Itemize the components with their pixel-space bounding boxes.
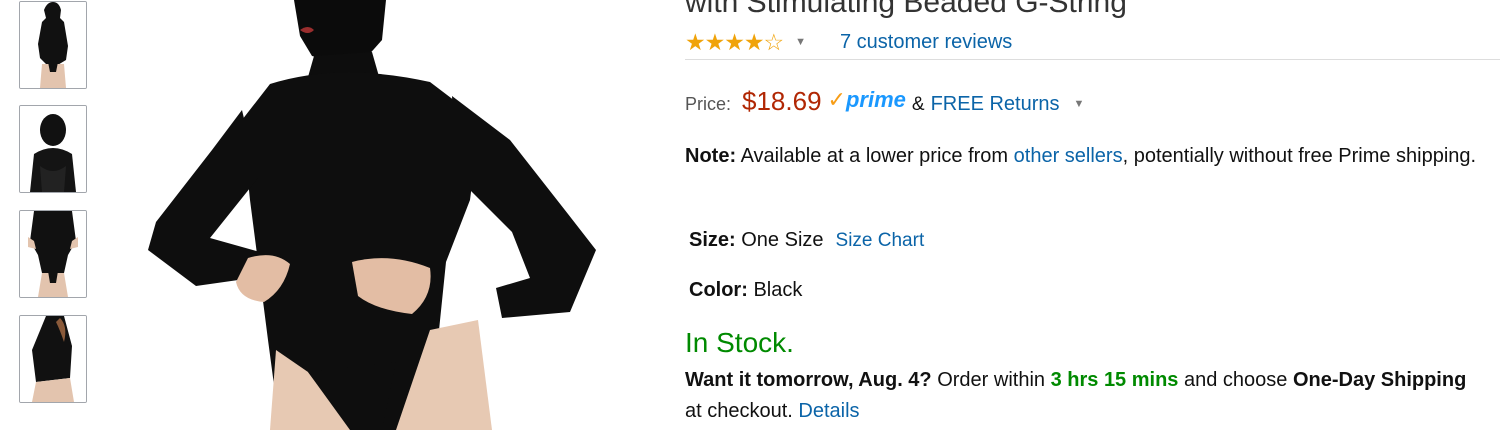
note-text-2: , potentially without free Prime shippin… (1122, 145, 1477, 167)
price-row: Price: $18.69 ✓prime & FREE Returns ▼ (685, 86, 1084, 120)
chevron-down-icon[interactable]: ▼ (1074, 98, 1085, 110)
want-it-label: Want it tomorrow, Aug. 4? (685, 369, 932, 391)
customer-reviews-link[interactable]: 7 customer reviews (840, 31, 1012, 54)
size-chart-link[interactable]: Size Chart (836, 230, 925, 251)
price-note: Note: Available at a lower price from ot… (685, 141, 1500, 172)
prime-logo-icon: ✓prime (828, 87, 906, 113)
thumbnail-3[interactable] (19, 210, 87, 298)
note-label: Note: (685, 145, 737, 167)
price-value: $18.69 (742, 86, 822, 116)
and-choose-text: and choose (1178, 369, 1293, 391)
thumbnail-4[interactable] (19, 315, 87, 403)
color-row: Color: Black (689, 279, 802, 302)
price-label: Price: (685, 94, 732, 114)
stock-status: In Stock. (685, 327, 794, 358)
color-value: Black (747, 279, 803, 301)
product-title: with Stimulating Beaded G-String (685, 0, 1127, 19)
divider (685, 59, 1500, 60)
one-day-shipping-label: One-Day Shipping (1292, 369, 1467, 391)
other-sellers-link[interactable]: other sellers (1014, 145, 1123, 167)
star-rating-icon[interactable]: ★★★★☆ (685, 30, 784, 54)
main-product-image[interactable] (100, 0, 660, 430)
countdown-time: 3 hrs 15 mins (1050, 369, 1179, 391)
size-label: Size: (689, 229, 736, 251)
amp-text: & (911, 94, 925, 115)
delivery-message: Want it tomorrow, Aug. 4? Order within 3… (685, 365, 1485, 427)
prime-check-icon: ✓ (827, 87, 846, 112)
color-label: Color: (689, 279, 748, 301)
details-link[interactable]: Details (798, 400, 859, 422)
chevron-down-icon[interactable]: ▼ (795, 36, 806, 48)
note-text-1: Available at a lower price from (736, 145, 1014, 167)
free-returns-link[interactable]: FREE Returns (931, 93, 1060, 116)
size-value: One Size (735, 229, 824, 251)
at-checkout-text: at checkout. (685, 400, 799, 422)
order-within-text: Order within (931, 369, 1051, 391)
size-row: Size: One Size Size Chart (689, 229, 924, 252)
thumbnail-2[interactable] (19, 105, 87, 193)
rating-row: ★★★★☆ ▼ 7 customer reviews (685, 28, 1012, 56)
thumbnail-1[interactable] (19, 1, 87, 89)
prime-label: prime (845, 87, 906, 112)
